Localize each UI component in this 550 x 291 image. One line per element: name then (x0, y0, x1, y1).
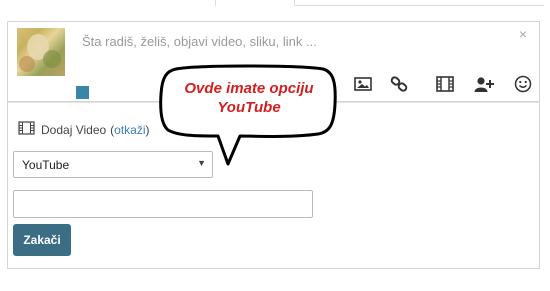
tab-divider (215, 0, 216, 6)
cancel-link[interactable]: otkaži (114, 123, 145, 137)
link-icon[interactable] (388, 73, 410, 95)
avatar[interactable] (17, 28, 65, 76)
video-url-input[interactable] (13, 190, 313, 218)
close-icon[interactable]: × (519, 26, 527, 42)
image-icon[interactable] (352, 73, 374, 95)
callout-text: Ovde imate opciju YouTube (184, 80, 314, 116)
add-user-icon[interactable] (473, 73, 495, 95)
video-source-value: YouTube (22, 158, 70, 172)
tab-baseline (294, 5, 544, 6)
add-video-header: Dodaj Video (otkaži) (18, 121, 150, 138)
film-icon (18, 121, 35, 138)
annotation-callout: Ovde imate opciju YouTube (158, 64, 338, 168)
paren-close: ) (145, 122, 150, 137)
status-input[interactable]: Šta radiš, želiš, objavi video, sliku, l… (82, 34, 317, 49)
smiley-icon[interactable] (512, 73, 534, 95)
film-icon[interactable] (434, 73, 456, 95)
add-video-title: Dodaj Video (41, 122, 107, 137)
status-indicator (76, 86, 89, 99)
submit-button[interactable]: Zakači (13, 224, 71, 256)
